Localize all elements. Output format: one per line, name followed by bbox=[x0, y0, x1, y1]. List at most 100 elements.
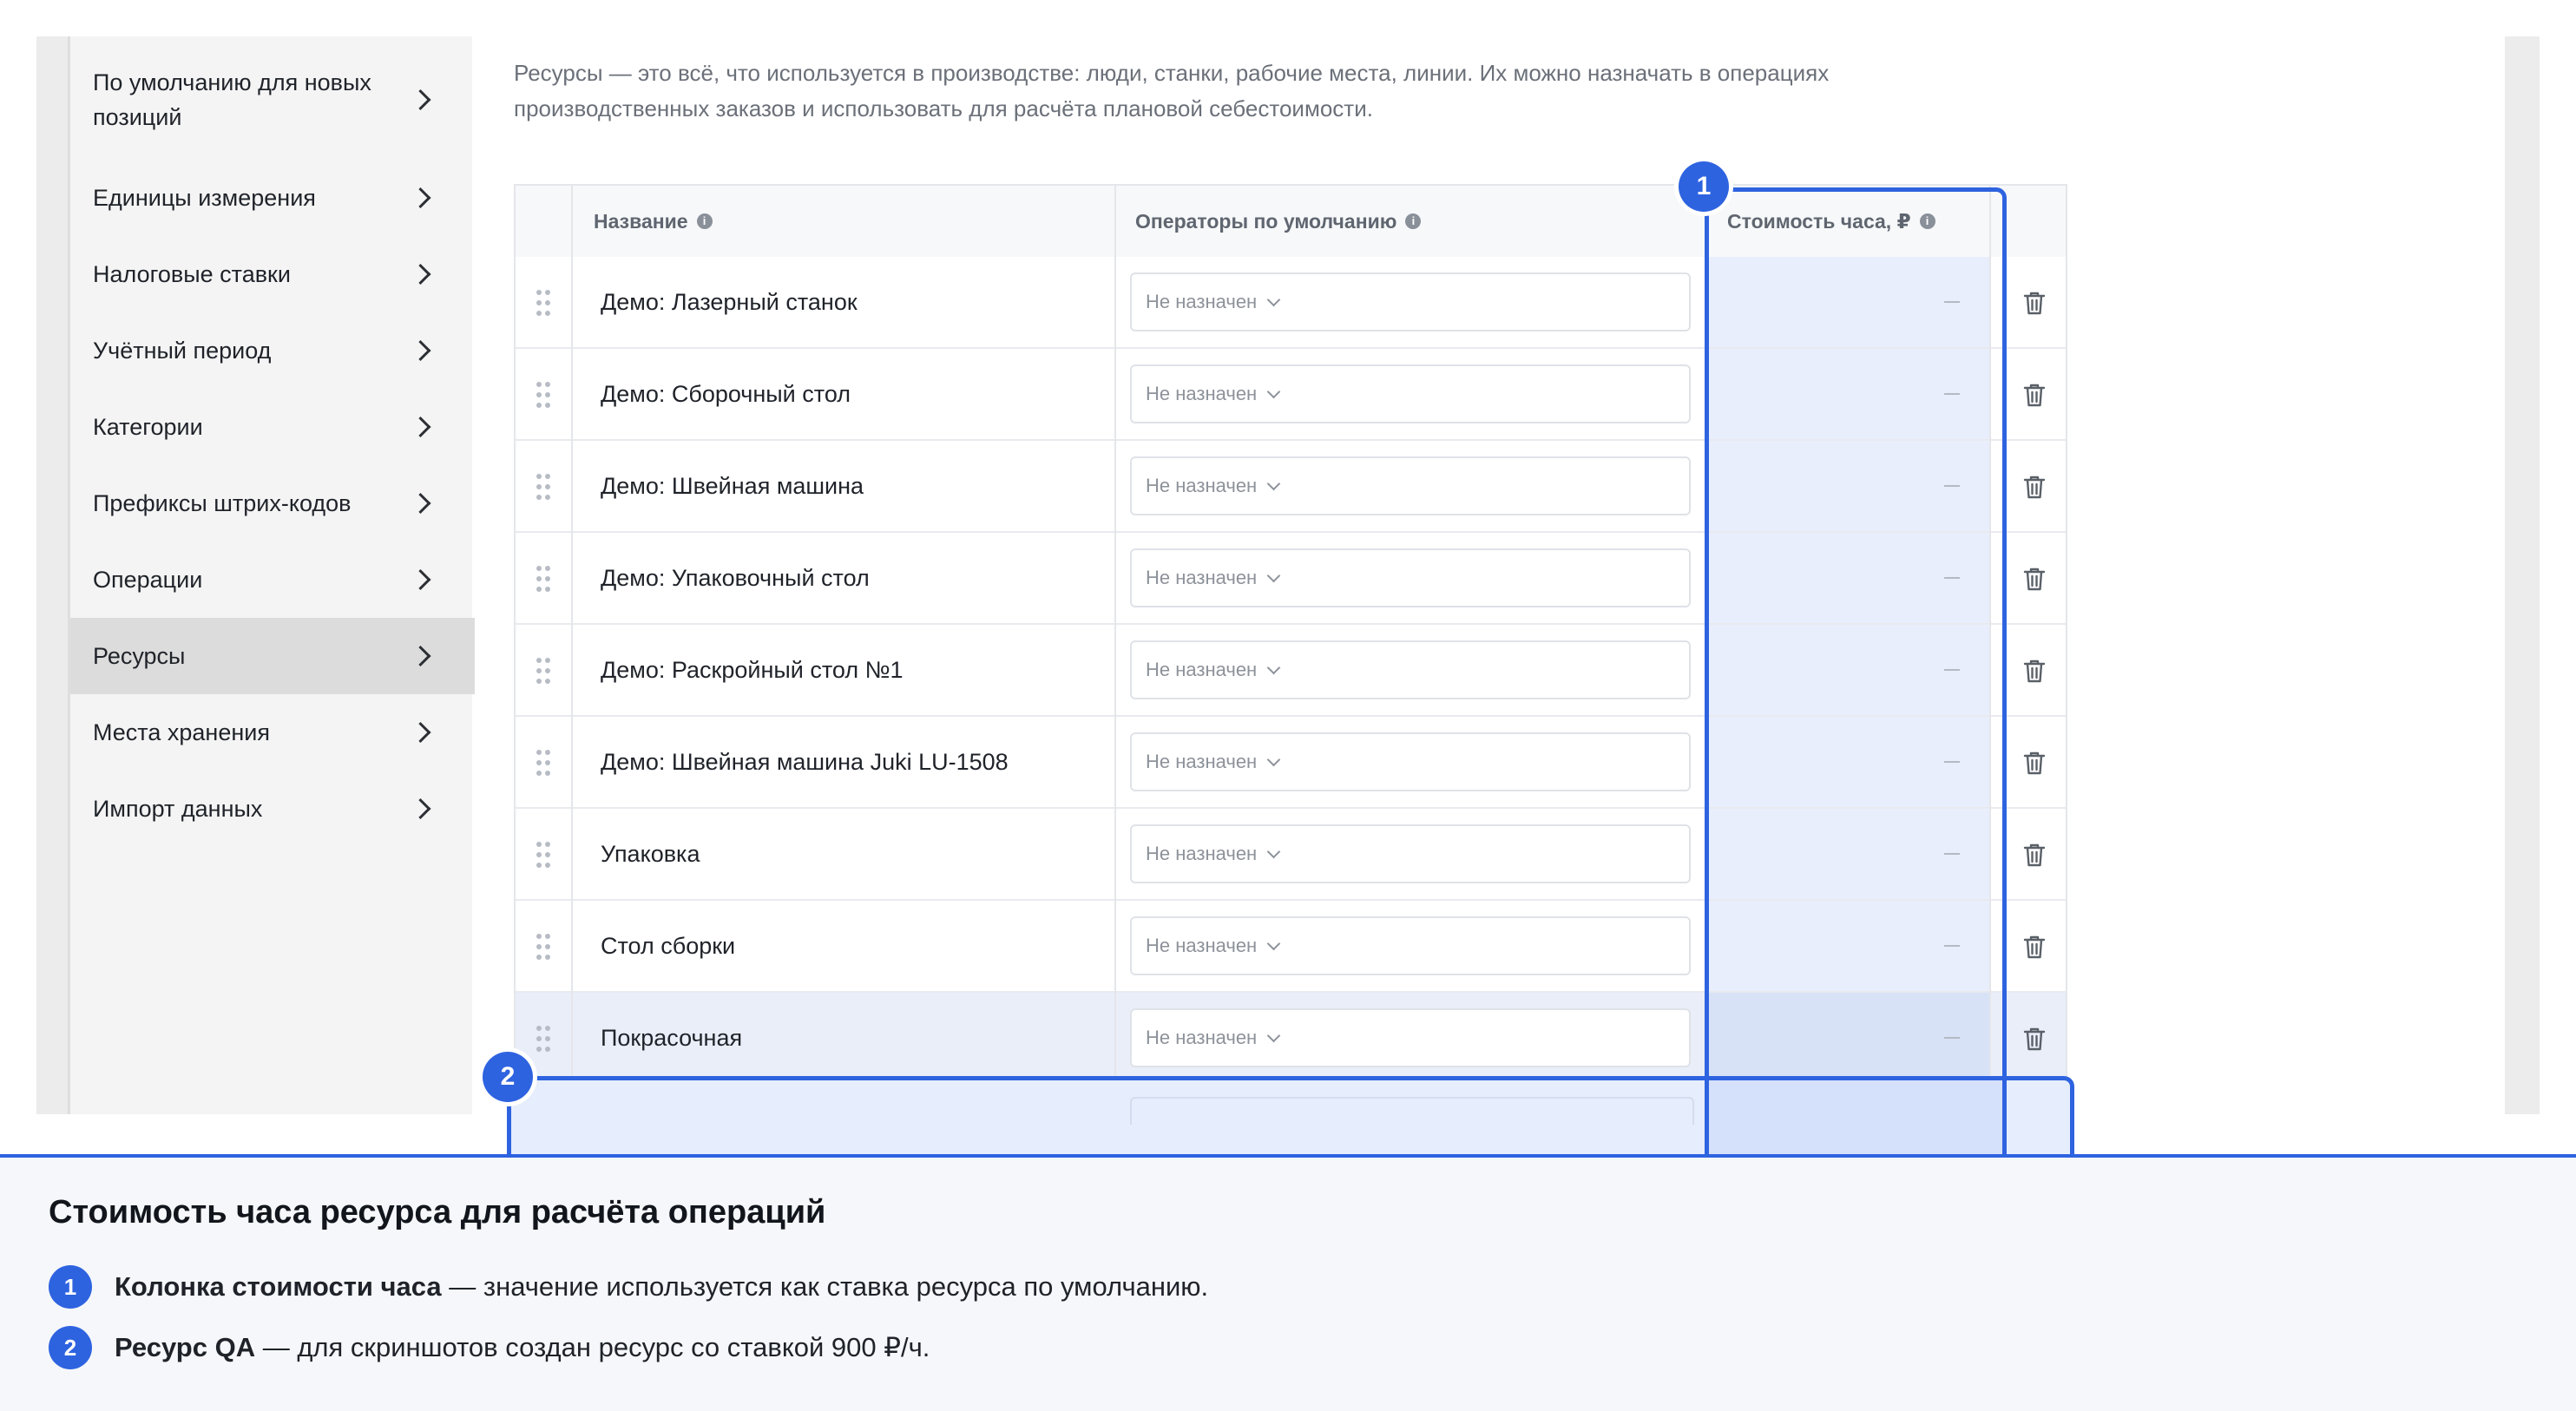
page-description: Ресурсы — это всё, что используется в пр… bbox=[514, 60, 1830, 121]
sidebar-item-label: Импорт данных bbox=[93, 796, 263, 822]
app-window: По умолчанию для новых позиций Единицы и… bbox=[0, 0, 2576, 1159]
chevron-right-icon bbox=[410, 416, 431, 438]
table-border bbox=[2066, 186, 2067, 1081]
trash-icon[interactable] bbox=[2022, 750, 2047, 776]
chevron-right-icon bbox=[410, 645, 431, 667]
chevron-down-icon bbox=[1266, 384, 1281, 398]
sidebar-item-label: Учётный период bbox=[93, 338, 272, 364]
resource-name[interactable]: Демо: Швейная машина Juki LU-1508 bbox=[601, 717, 1009, 807]
legend-term: Ресурс QA bbox=[115, 1332, 256, 1362]
trash-icon[interactable] bbox=[2022, 934, 2047, 960]
sidebar-item-label: Категории bbox=[93, 414, 203, 440]
sidebar-item-label: Операции bbox=[93, 567, 203, 593]
operator-select[interactable]: Не назначен bbox=[1130, 548, 1691, 607]
sidebar-item-label: По умолчанию для новых позиций bbox=[93, 69, 371, 130]
drag-handle-icon[interactable] bbox=[536, 1026, 550, 1052]
legend-badge: 2 bbox=[49, 1326, 92, 1369]
chevron-down-icon bbox=[1266, 936, 1281, 950]
resource-name[interactable]: Покрасочная bbox=[601, 993, 742, 1083]
sidebar-item-operations[interactable]: Операции bbox=[70, 541, 475, 618]
panel-title: Стоимость часа ресурса для расчёта опера… bbox=[49, 1194, 826, 1231]
drag-handle-icon[interactable] bbox=[536, 934, 550, 960]
chevron-down-icon bbox=[1266, 1028, 1281, 1042]
operator-select[interactable]: Не назначен bbox=[1130, 456, 1691, 515]
chevron-down-icon bbox=[1266, 844, 1281, 858]
drag-handle-icon[interactable] bbox=[536, 566, 550, 592]
drag-handle-icon[interactable] bbox=[536, 842, 550, 868]
resource-name[interactable]: Демо: Раскройный стол №1 bbox=[601, 625, 904, 715]
sidebar-item-resources[interactable]: Ресурсы bbox=[70, 618, 475, 694]
trash-icon[interactable] bbox=[2022, 474, 2047, 500]
chevron-right-icon bbox=[410, 797, 431, 820]
resource-name[interactable]: Демо: Упаковочный стол bbox=[601, 533, 870, 623]
column-header-name: Название i bbox=[594, 186, 713, 257]
chevron-right-icon bbox=[410, 492, 431, 515]
trash-icon[interactable] bbox=[2022, 1026, 2047, 1052]
sidebar-item-categories[interactable]: Категории bbox=[70, 389, 475, 465]
sidebar-item-barcode-prefixes[interactable]: Префиксы штрих-кодов bbox=[70, 465, 475, 541]
operator-select[interactable]: Не назначен bbox=[1130, 732, 1691, 791]
sidebar-item-tax-rates[interactable]: Налоговые ставки bbox=[70, 236, 475, 312]
operator-select[interactable]: Не назначен bbox=[1130, 824, 1691, 883]
left-gutter bbox=[36, 36, 71, 1114]
info-icon[interactable]: i bbox=[1405, 213, 1422, 229]
trash-icon[interactable] bbox=[2022, 382, 2047, 408]
resource-name[interactable]: Упаковка bbox=[601, 809, 700, 899]
drag-handle-icon[interactable] bbox=[536, 750, 550, 776]
operator-select[interactable]: Не назначен bbox=[1130, 272, 1691, 331]
trash-icon[interactable] bbox=[2022, 842, 2047, 868]
chevron-right-icon bbox=[410, 339, 431, 362]
chevron-right-icon bbox=[410, 263, 431, 285]
legend-term: Колонка стоимости часа bbox=[115, 1271, 442, 1302]
resource-name[interactable]: Стол сборки bbox=[601, 901, 735, 991]
settings-sidebar: По умолчанию для новых позиций Единицы и… bbox=[68, 36, 475, 1114]
right-gutter bbox=[2505, 36, 2540, 1114]
sidebar-item-label: Единицы измерения bbox=[93, 185, 316, 211]
legend-item-2: 2 Ресурс QA — для скриншотов создан ресу… bbox=[49, 1326, 930, 1369]
drag-handle-icon[interactable] bbox=[536, 382, 550, 408]
chevron-down-icon bbox=[1266, 292, 1281, 306]
drag-handle-icon[interactable] bbox=[536, 658, 550, 684]
sidebar-item-data-import[interactable]: Импорт данных bbox=[70, 771, 475, 847]
sidebar-item-storage-locations[interactable]: Места хранения bbox=[70, 694, 475, 771]
sidebar-item-units[interactable]: Единицы измерения bbox=[70, 160, 475, 236]
drag-handle-icon[interactable] bbox=[536, 474, 550, 500]
chevron-down-icon bbox=[1266, 660, 1281, 674]
column-divider bbox=[571, 186, 573, 1081]
sidebar-item-label: Налоговые ставки bbox=[93, 261, 291, 287]
chevron-right-icon bbox=[410, 721, 431, 744]
resource-name[interactable]: Демо: Швейная машина bbox=[601, 441, 864, 531]
operator-select[interactable]: Не назначен bbox=[1130, 1008, 1691, 1067]
chevron-down-icon bbox=[1266, 752, 1281, 766]
sidebar-item-label: Места хранения bbox=[93, 719, 270, 745]
sidebar-item-accounting-period[interactable]: Учётный период bbox=[70, 312, 475, 389]
callout-frame-cost-column bbox=[1705, 187, 2007, 1171]
resource-name[interactable]: Демо: Сборочный стол bbox=[601, 349, 851, 439]
legend-text: — значение используется как ставка ресур… bbox=[441, 1271, 1209, 1302]
trash-icon[interactable] bbox=[2022, 658, 2047, 684]
chevron-down-icon bbox=[1266, 476, 1281, 490]
sidebar-item-label: Ресурсы bbox=[93, 643, 186, 669]
legend-badge: 1 bbox=[49, 1265, 92, 1309]
operator-select[interactable]: Не назначен bbox=[1130, 640, 1691, 699]
table-border bbox=[514, 186, 516, 1081]
callout-badge-2: 2 bbox=[483, 1052, 533, 1102]
info-icon[interactable]: i bbox=[696, 213, 713, 229]
column-divider bbox=[1114, 186, 1116, 1081]
legend-text: — для скриншотов создан ресурс со ставко… bbox=[255, 1332, 930, 1362]
callout-badge-1: 1 bbox=[1679, 161, 1729, 212]
chevron-right-icon bbox=[410, 568, 431, 591]
chevron-down-icon bbox=[1266, 568, 1281, 582]
sidebar-item-defaults[interactable]: По умолчанию для новых позиций bbox=[70, 57, 475, 142]
operator-select[interactable]: Не назначен bbox=[1130, 364, 1691, 423]
operator-select[interactable]: Не назначен bbox=[1130, 916, 1691, 975]
legend-item-1: 1 Колонка стоимости часа — значение испо… bbox=[49, 1265, 1208, 1309]
chevron-right-icon bbox=[410, 187, 431, 209]
resource-name[interactable]: Демо: Лазерный станок bbox=[601, 257, 858, 347]
trash-icon[interactable] bbox=[2022, 566, 2047, 592]
annotation-panel: Стоимость часа ресурса для расчёта опера… bbox=[0, 1154, 2576, 1411]
drag-handle-icon[interactable] bbox=[536, 290, 550, 316]
trash-icon[interactable] bbox=[2022, 290, 2047, 316]
column-header-operators: Операторы по умолчанию i bbox=[1135, 186, 1422, 257]
sidebar-item-label: Префиксы штрих-кодов bbox=[93, 490, 352, 516]
